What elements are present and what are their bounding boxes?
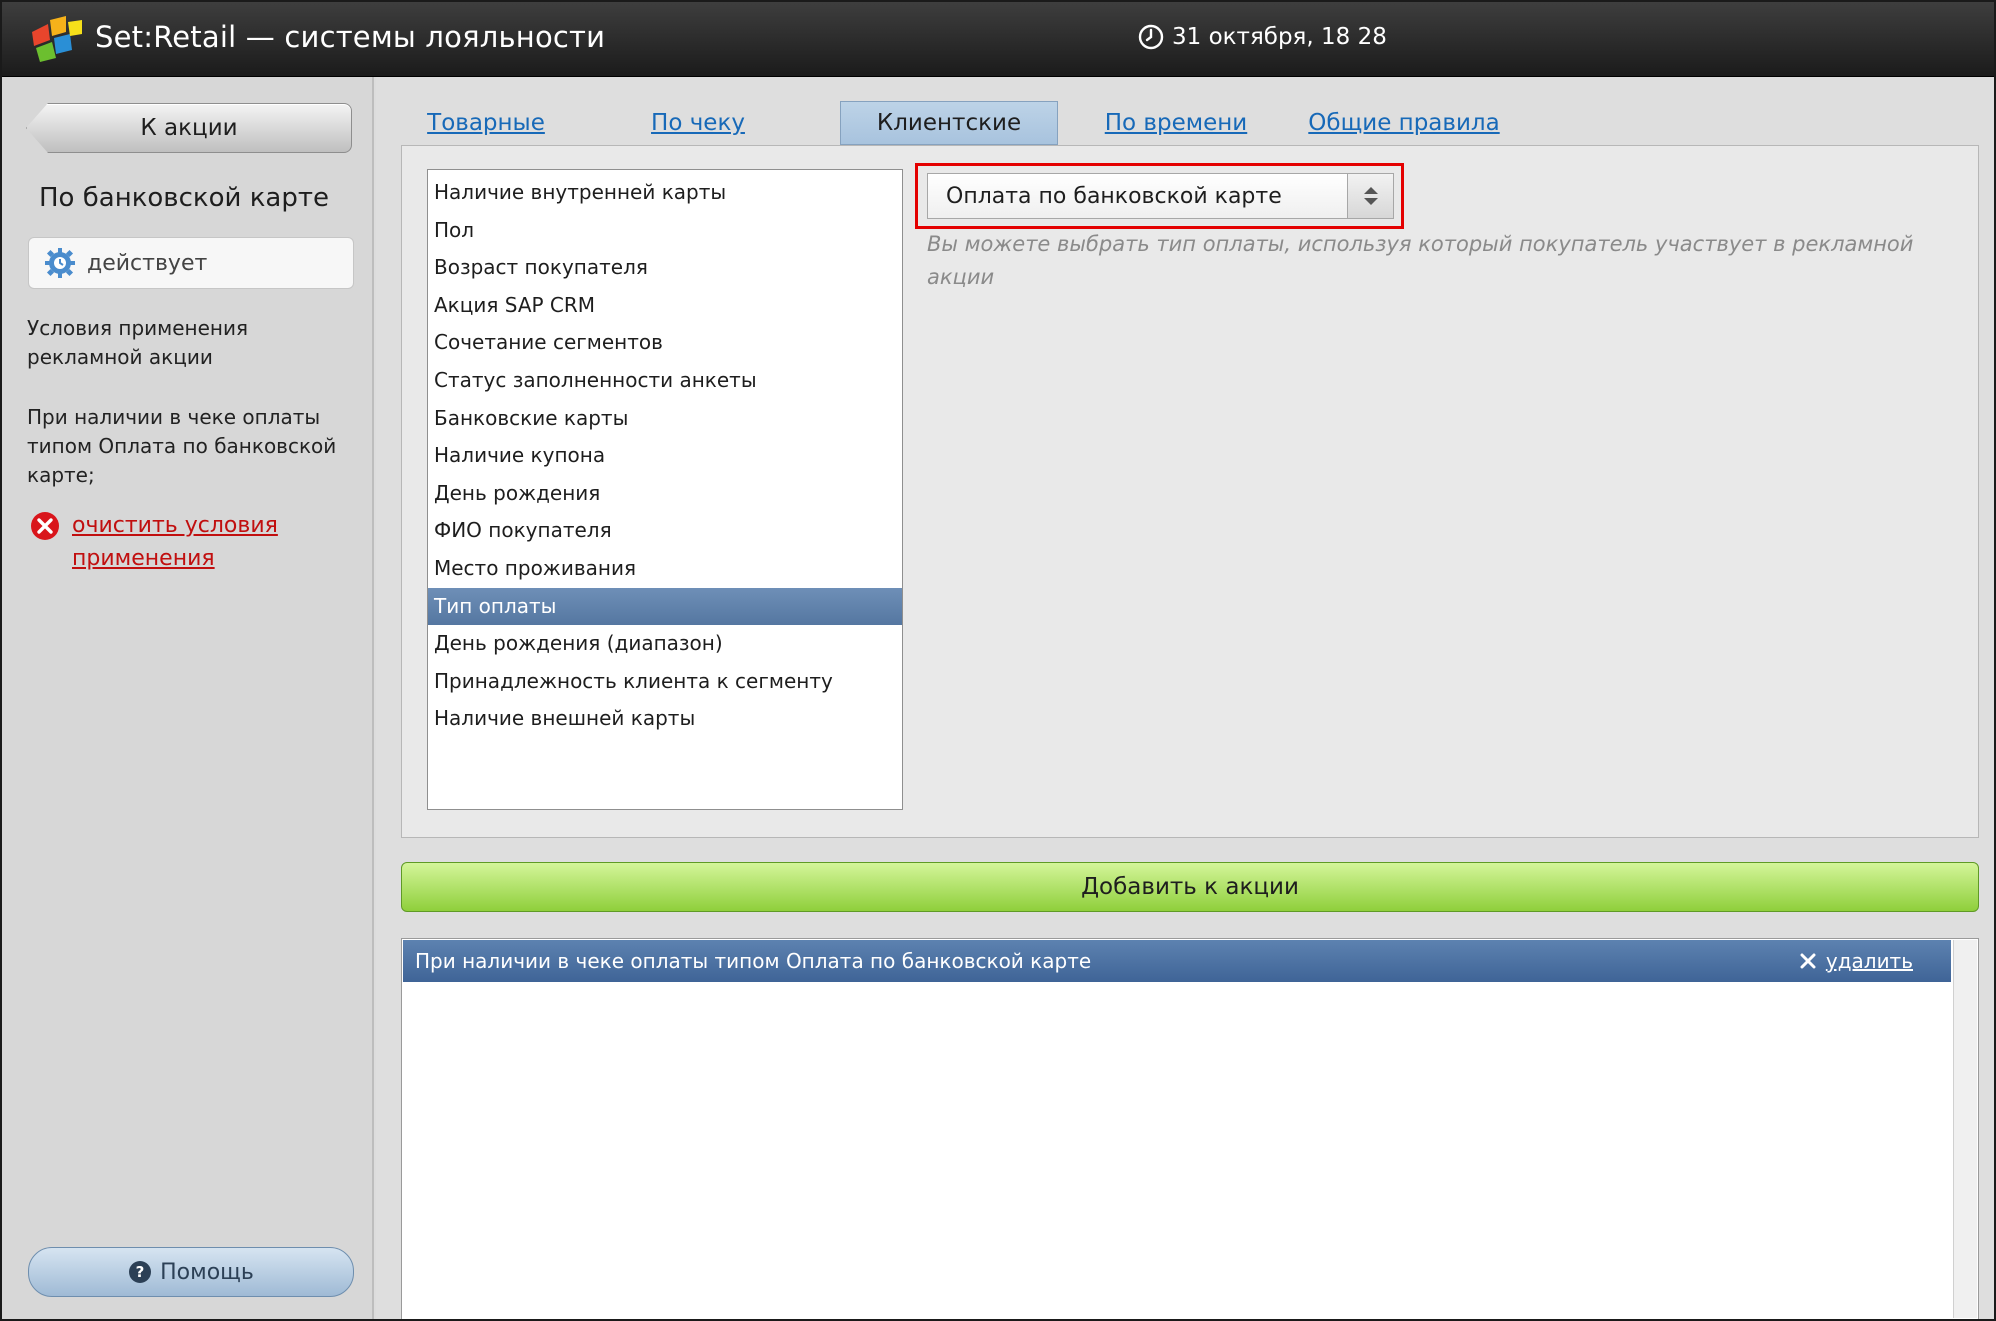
clock-icon xyxy=(1138,24,1164,50)
conditions-summary: При наличии в чеке оплаты типом Оплата п… xyxy=(27,405,337,487)
status-text: действует xyxy=(87,250,208,276)
help-icon: ? xyxy=(129,1261,152,1283)
list-item[interactable]: Акция SAP CRM xyxy=(428,287,902,325)
list-item[interactable]: Наличие купона xyxy=(428,437,902,475)
list-item[interactable]: Возраст покупателя xyxy=(428,249,902,287)
top-bar: Set:Retail — системы лояльности 31 октяб… xyxy=(2,2,1994,77)
tab-client[interactable]: Клиентские xyxy=(840,101,1058,145)
clear-conditions: очистить условия применения xyxy=(30,509,292,575)
list-item[interactable]: Пол xyxy=(428,212,902,250)
datetime-text: 31 октября, 18 28 xyxy=(1172,24,1387,50)
list-item[interactable]: Банковские карты xyxy=(428,400,902,438)
delete-condition-button[interactable]: удалить xyxy=(1800,940,1913,982)
clear-error-icon[interactable] xyxy=(30,511,60,541)
payment-type-select[interactable]: Оплата по банковской карте xyxy=(927,173,1394,219)
condition-row-text: При наличии в чеке оплаты типом Оплата п… xyxy=(415,949,1092,973)
payment-type-value: Оплата по банковской карте xyxy=(946,183,1282,209)
close-icon xyxy=(1800,953,1816,969)
tab-general-rules[interactable]: Общие правила xyxy=(1304,101,1504,145)
tab-time[interactable]: По времени xyxy=(1096,101,1256,145)
select-stepper-icon[interactable] xyxy=(1347,174,1393,218)
scrollbar[interactable] xyxy=(1953,940,1977,1318)
condition-tabs: Товарные По чеку Клиентские По времени О… xyxy=(406,101,1966,145)
list-item[interactable]: Сочетание сегментов xyxy=(428,324,902,362)
promo-name: По банковской карте xyxy=(39,183,329,213)
tab-receipt[interactable]: По чеку xyxy=(628,101,768,145)
help-button-label: Помощь xyxy=(160,1259,254,1285)
add-to-promo-button[interactable]: Добавить к акции xyxy=(401,862,1979,912)
list-item[interactable]: Принадлежность клиента к сегменту xyxy=(428,663,902,701)
status-badge: действует xyxy=(28,237,354,289)
app-window: Set:Retail — системы лояльности 31 октяб… xyxy=(0,0,1996,1321)
list-item[interactable]: Статус заполненности анкеты xyxy=(428,362,902,400)
status-gear-clock-icon xyxy=(45,248,75,278)
list-item[interactable]: Наличие внешней карты xyxy=(428,700,902,738)
list-item[interactable]: День рождения (диапазон) xyxy=(428,625,902,663)
conditions-heading: Условия применения рекламной акции xyxy=(27,316,249,369)
delete-label: удалить xyxy=(1825,949,1913,973)
help-button[interactable]: ? Помощь xyxy=(28,1247,354,1297)
list-item[interactable]: День рождения xyxy=(428,475,902,513)
updown-arrows-icon xyxy=(1363,187,1378,205)
table-row[interactable]: При наличии в чеке оплаты типом Оплата п… xyxy=(403,940,1951,982)
list-item[interactable]: Наличие внутренней карты xyxy=(428,174,902,212)
app-title: Set:Retail — системы лояльности xyxy=(95,20,606,54)
set-retail-logo-icon xyxy=(32,16,82,62)
tab-product[interactable]: Товарные xyxy=(406,101,566,145)
tab-panel-client: Наличие внутренней карты Пол Возраст пок… xyxy=(401,145,1979,838)
back-to-promo-button[interactable]: К акции xyxy=(26,103,352,153)
list-item[interactable]: ФИО покупателя xyxy=(428,512,902,550)
clear-conditions-link[interactable]: очистить условия применения xyxy=(72,509,292,575)
svg-text:?: ? xyxy=(136,1263,145,1281)
criteria-list[interactable]: Наличие внутренней карты Пол Возраст пок… xyxy=(427,169,903,810)
list-item-selected[interactable]: Тип оплаты xyxy=(428,587,902,626)
sidebar: К акции По банковской карте действует Ус… xyxy=(2,77,374,1319)
datetime-display: 31 октября, 18 28 xyxy=(1138,24,1387,50)
list-item[interactable]: Место проживания xyxy=(428,550,902,588)
added-conditions-list: При наличии в чеке оплаты типом Оплата п… xyxy=(401,938,1979,1319)
main-content: Товарные По чеку Клиентские По времени О… xyxy=(376,77,1994,1319)
payment-type-hint: Вы можете выбрать тип оплаты, используя … xyxy=(927,232,1914,289)
